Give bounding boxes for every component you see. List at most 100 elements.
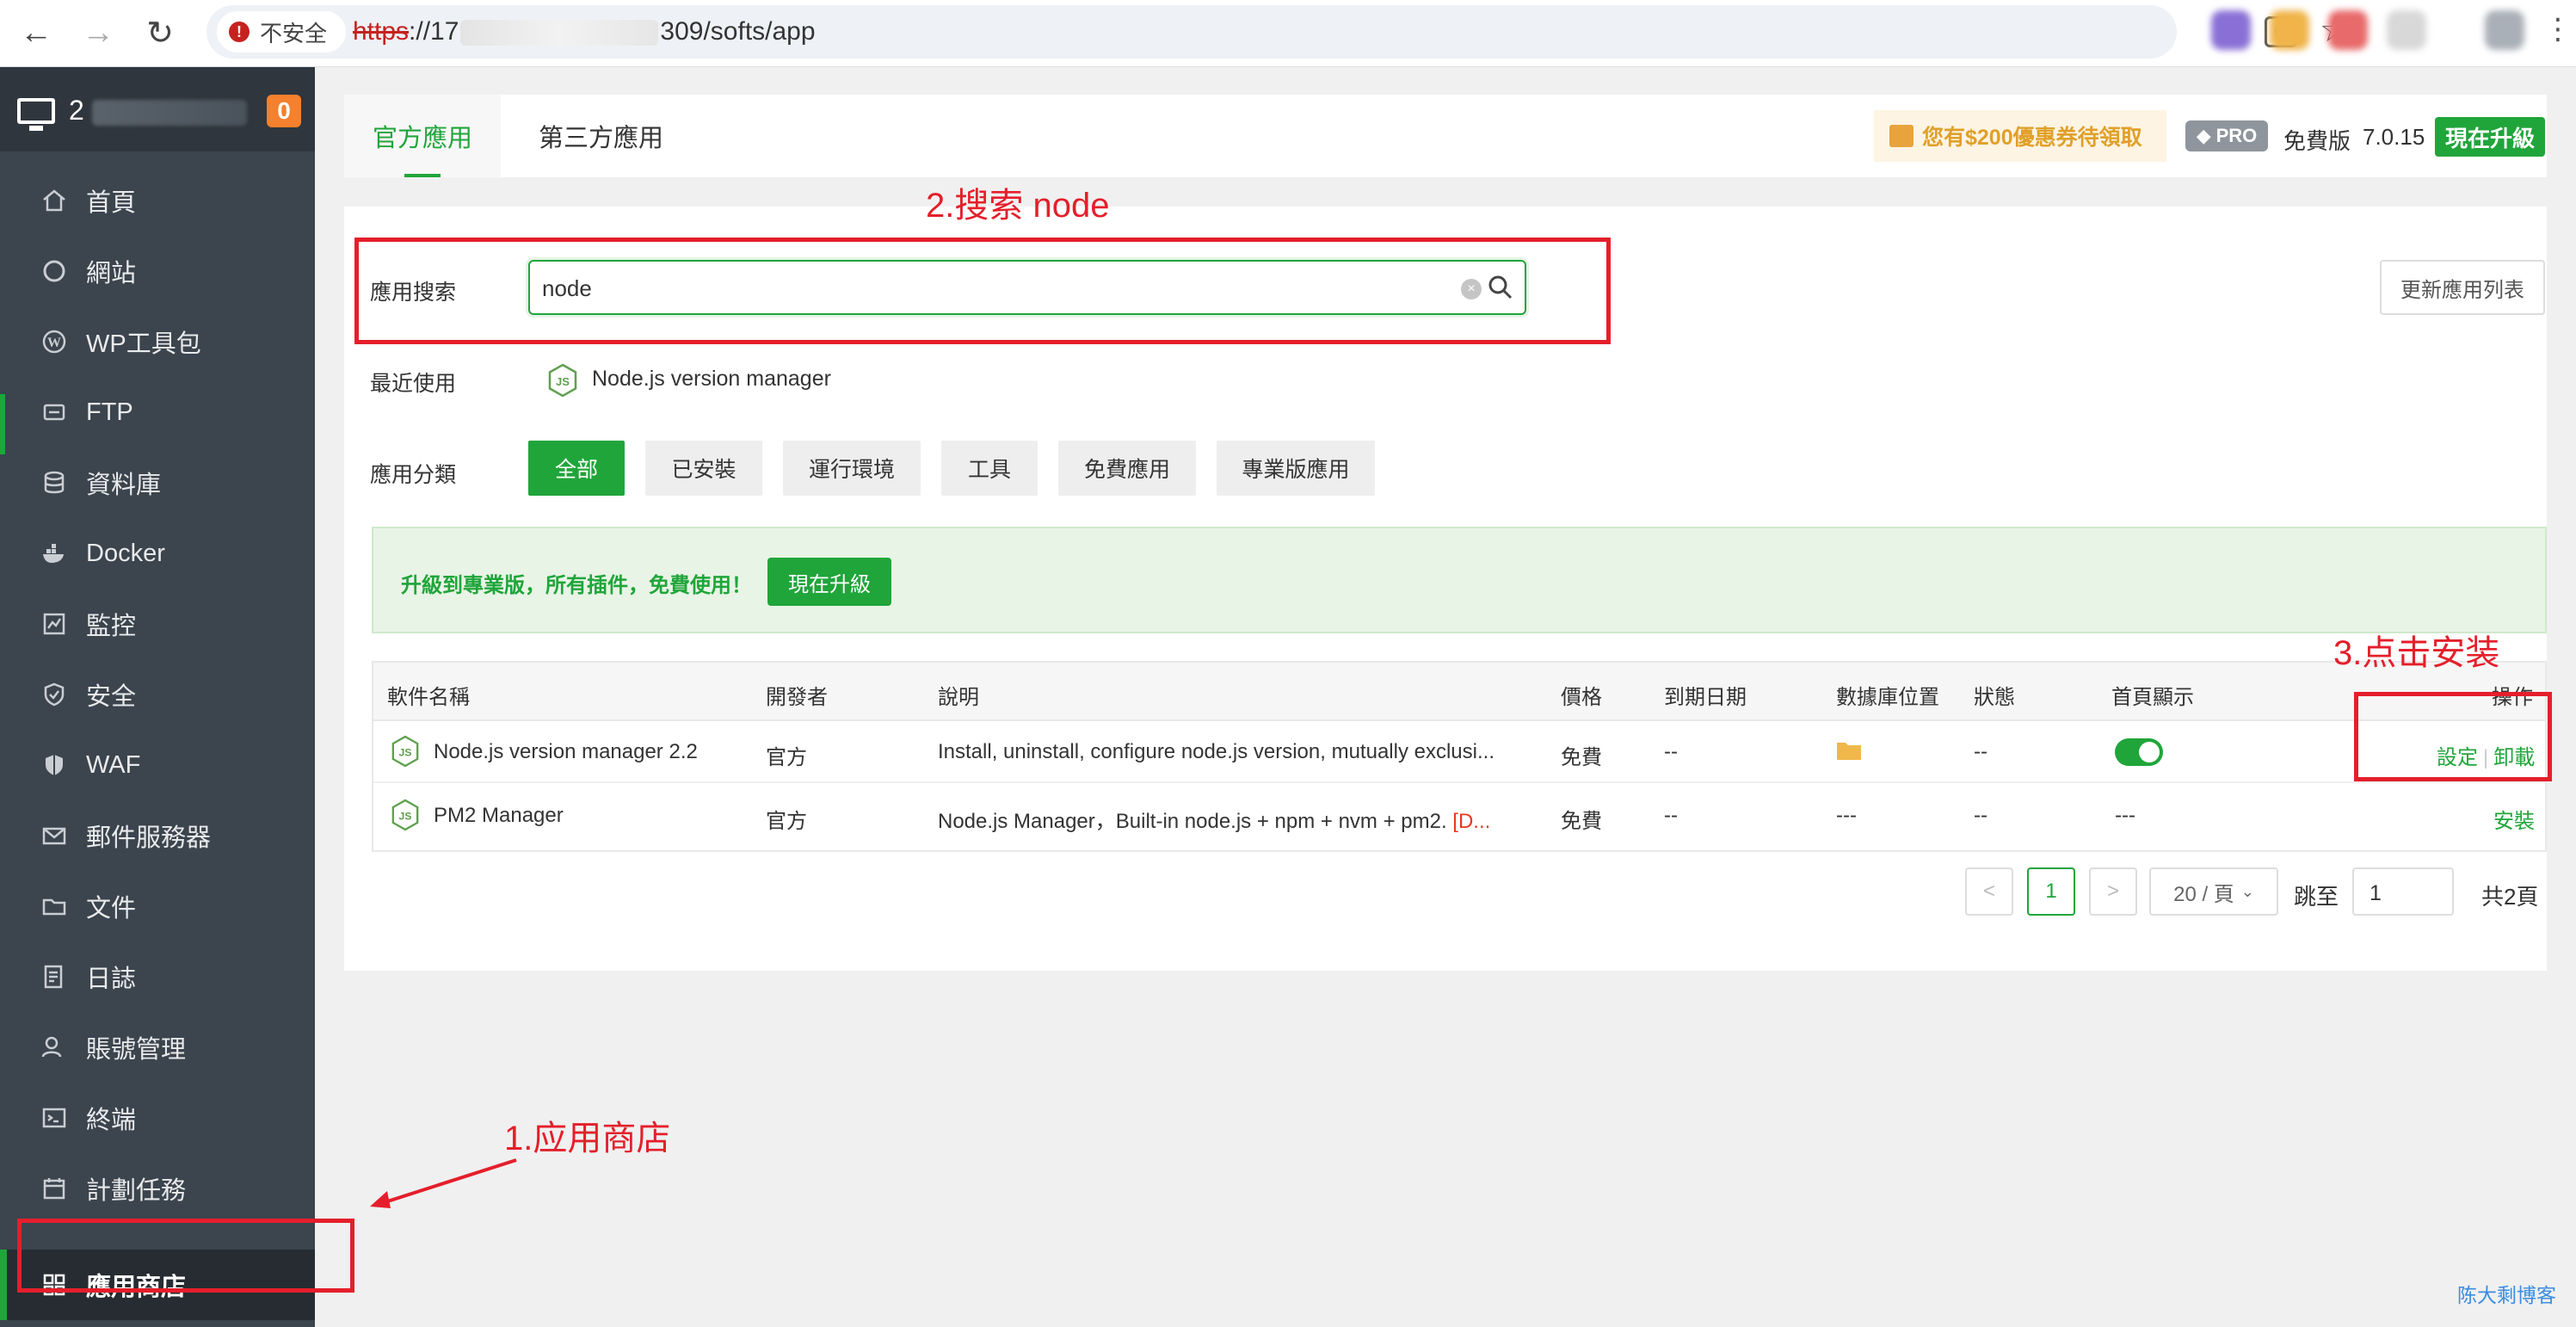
home-icon bbox=[40, 186, 69, 215]
app-price: 免費 bbox=[1561, 810, 1602, 833]
sidebar-item-accounts[interactable]: 賬號管理 bbox=[0, 1012, 315, 1083]
sidebar-item-label: Docker bbox=[86, 539, 165, 567]
app-name[interactable]: PM2 Manager bbox=[434, 804, 564, 828]
sidebar-item-label: 終端 bbox=[86, 1107, 137, 1134]
browser-menu-icon[interactable]: ⋮ bbox=[2543, 12, 2573, 46]
users-icon bbox=[40, 1033, 69, 1062]
chevron-down-icon: ⌄ bbox=[2240, 882, 2254, 900]
app-description-text: Node.js Manager，Built-in node.js + npm +… bbox=[938, 810, 1447, 833]
app-name[interactable]: Node.js version manager 2.2 bbox=[434, 740, 698, 764]
annotation-box-actions bbox=[2354, 692, 2552, 781]
col-description: 說明 bbox=[938, 686, 979, 709]
app-expire: -- bbox=[1664, 804, 1678, 827]
pro-badge: ◆ PRO bbox=[2185, 120, 2268, 151]
sidebar-item-cron[interactable]: 計劃任務 bbox=[0, 1153, 315, 1224]
sidebar-item-label: 安全 bbox=[86, 683, 137, 711]
database-icon bbox=[40, 468, 69, 497]
page-1-button[interactable]: 1 bbox=[2027, 867, 2075, 916]
reload-icon[interactable]: ↻ bbox=[136, 9, 184, 57]
refresh-app-list-button[interactable]: 更新應用列表 bbox=[2380, 260, 2545, 315]
promo-upgrade-button[interactable]: 現在升級 bbox=[767, 558, 891, 606]
alert-badge[interactable]: 0 bbox=[267, 95, 301, 127]
url-text[interactable]: https://17 309/softs/app bbox=[353, 17, 816, 46]
recent-label: 最近使用 bbox=[370, 372, 457, 396]
extension-icon[interactable] bbox=[2328, 10, 2368, 50]
category-pro-apps[interactable]: 專業版應用 bbox=[1217, 441, 1375, 496]
annotation-step-3: 3.点击安装 bbox=[2333, 634, 2500, 672]
svg-text:JS: JS bbox=[556, 375, 570, 388]
recent-app-link[interactable]: Node.js version manager bbox=[592, 367, 831, 392]
category-all[interactable]: 全部 bbox=[528, 441, 625, 496]
sidebar-item-files[interactable]: 文件 bbox=[0, 871, 315, 941]
table-row: JS PM2 Manager 官方 Node.js Manager，Built-… bbox=[373, 785, 2545, 847]
sidebar-item-settings[interactable]: 設定 bbox=[0, 1320, 315, 1327]
sidebar-item-label: WP工具包 bbox=[86, 330, 201, 358]
sidebar-item-docker[interactable]: Docker bbox=[0, 518, 315, 589]
watermark: 陈大剩博客 bbox=[2457, 1284, 2556, 1306]
server-header: 2 0 bbox=[0, 67, 315, 151]
col-developer: 開發者 bbox=[766, 686, 828, 709]
forward-arrow-icon[interactable]: → bbox=[74, 9, 122, 57]
sidebar-item-wp-toolkit[interactable]: W WP工具包 bbox=[0, 306, 315, 377]
app-description: Install, uninstall, configure node.js ve… bbox=[938, 740, 1494, 763]
sidebar-item-home[interactable]: 首頁 bbox=[0, 165, 315, 236]
sidebar-item-terminal[interactable]: 終端 bbox=[0, 1083, 315, 1153]
coupon-text: 您有$200優惠券待領取 bbox=[1922, 126, 2142, 150]
sidebar-item-label: 計劃任務 bbox=[86, 1177, 187, 1205]
server-name[interactable]: 2 bbox=[69, 95, 247, 127]
sidebar-item-mail[interactable]: 郵件服務器 bbox=[0, 800, 315, 871]
extension-icon[interactable] bbox=[2211, 10, 2251, 50]
extension-icon[interactable] bbox=[2387, 10, 2426, 50]
tab-third-party-apps[interactable]: 第三方應用 bbox=[539, 95, 663, 177]
page-size-select[interactable]: 20 / 頁 ⌄ bbox=[2149, 867, 2278, 916]
folder-icon[interactable] bbox=[1836, 740, 1862, 761]
col-db-location: 數據庫位置 bbox=[1836, 686, 1939, 709]
app-developer: 官方 bbox=[766, 746, 807, 769]
sidebar-item-database[interactable]: 資料庫 bbox=[0, 447, 315, 518]
category-runtime[interactable]: 運行環境 bbox=[783, 441, 921, 496]
next-page-button[interactable]: > bbox=[2089, 867, 2137, 916]
globe-icon bbox=[40, 256, 69, 286]
annotation-box-search bbox=[354, 238, 1611, 344]
app-homepage: --- bbox=[2115, 804, 2135, 827]
app-status: -- bbox=[1974, 740, 1987, 763]
extension-icon[interactable] bbox=[2270, 10, 2309, 50]
homepage-toggle[interactable] bbox=[2115, 738, 2163, 766]
sidebar-item-waf[interactable]: WAF bbox=[0, 730, 315, 800]
sidebar-item-security[interactable]: 安全 bbox=[0, 659, 315, 730]
category-free-apps[interactable]: 免費應用 bbox=[1058, 441, 1196, 496]
col-expire: 到期日期 bbox=[1664, 686, 1747, 709]
sidebar-item-logs[interactable]: 日誌 bbox=[0, 941, 315, 1012]
app-price: 免費 bbox=[1561, 746, 1602, 769]
sidebar-item-label: 監控 bbox=[86, 613, 137, 640]
sidebar-item-monitor[interactable]: 監控 bbox=[0, 589, 315, 659]
address-bar[interactable]: ! 不安全 https://17309/softs/app G ☆ bbox=[206, 5, 2351, 59]
table-row: JS Node.js version manager 2.2 官方 Instal… bbox=[373, 721, 2545, 783]
coupon-banner[interactable]: 您有$200優惠券待領取 bbox=[1874, 110, 2166, 162]
mail-icon bbox=[40, 821, 69, 850]
security-chip[interactable]: ! 不安全 bbox=[217, 11, 347, 52]
table-header: 軟件名稱 開發者 說明 價格 到期日期 數據庫位置 狀態 首頁顯示 操作 bbox=[373, 663, 2545, 721]
server-name-prefix: 2 bbox=[69, 95, 84, 126]
prev-page-button[interactable]: < bbox=[1965, 867, 2013, 916]
category-tools[interactable]: 工具 bbox=[941, 441, 1038, 496]
category-installed[interactable]: 已安裝 bbox=[645, 441, 762, 496]
server-name-redacted bbox=[91, 99, 247, 126]
sidebar-item-websites[interactable]: 網站 bbox=[0, 236, 315, 306]
profile-avatar[interactable] bbox=[2485, 10, 2524, 50]
sidebar-item-ftp[interactable]: FTP bbox=[0, 377, 315, 447]
pro-label: PRO bbox=[2215, 125, 2258, 146]
tab-official-apps[interactable]: 官方應用 bbox=[344, 95, 501, 177]
log-icon bbox=[40, 962, 69, 991]
folder-icon bbox=[40, 892, 69, 921]
sidebar-item-label: WAF bbox=[86, 750, 141, 779]
app-db-location: --- bbox=[1836, 804, 1857, 827]
jump-page-input[interactable]: 1 bbox=[2352, 867, 2454, 916]
annotation-step-2: 2.搜索 node bbox=[926, 187, 1110, 225]
install-link[interactable]: 安裝 bbox=[2493, 804, 2535, 834]
category-label: 應用分類 bbox=[370, 463, 457, 487]
app-description-link[interactable]: [D... bbox=[1452, 810, 1490, 833]
url-prefix: ://17 bbox=[409, 17, 459, 46]
back-arrow-icon[interactable]: ← bbox=[12, 9, 60, 57]
upgrade-button[interactable]: 現在升級 bbox=[2435, 117, 2545, 157]
